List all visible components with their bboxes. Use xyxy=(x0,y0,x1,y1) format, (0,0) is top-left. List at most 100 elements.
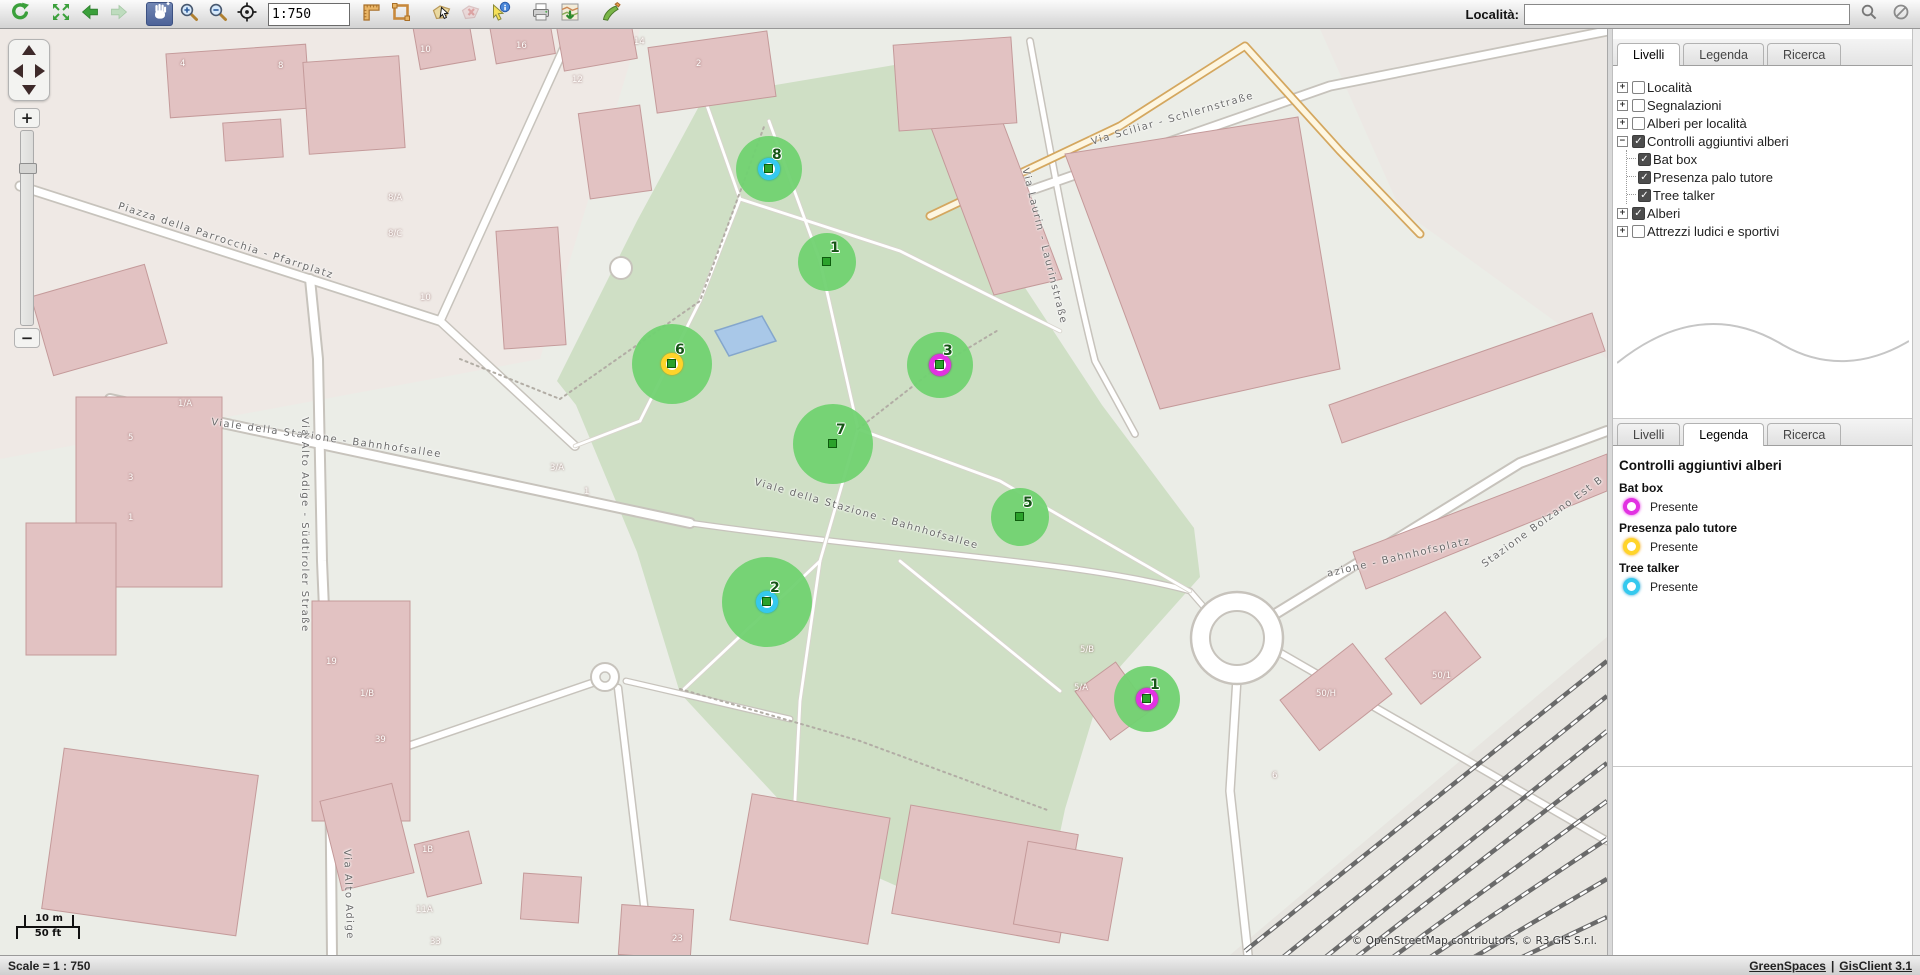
pan-tool-button[interactable] xyxy=(146,2,173,26)
pan-left-arrow[interactable] xyxy=(13,64,23,78)
tab-ricerca[interactable]: Ricerca xyxy=(1767,423,1841,445)
tree-marker[interactable]: 1 xyxy=(1114,666,1180,732)
layer-item-alberi[interactable]: + Alberi xyxy=(1617,204,1912,222)
zoom-in-button[interactable] xyxy=(175,2,202,26)
layer-item-presenza-palo-tutore[interactable]: Presenza palo tutore xyxy=(1627,168,1912,186)
layer-label: Bat box xyxy=(1653,152,1697,167)
tree-point xyxy=(822,257,831,266)
link-separator: | xyxy=(1831,959,1834,973)
zoom-slider-minus-button[interactable]: − xyxy=(14,328,40,348)
forward-button[interactable] xyxy=(105,2,132,26)
export-map-button[interactable] xyxy=(556,2,583,26)
tab-ricerca[interactable]: Ricerca xyxy=(1767,43,1841,65)
tree-marker[interactable]: 5 xyxy=(991,488,1049,546)
measure-distance-button[interactable] xyxy=(358,2,385,26)
expand-icon[interactable]: + xyxy=(1617,226,1628,237)
tree-point xyxy=(1015,512,1024,521)
measure-area-button[interactable] xyxy=(387,2,414,26)
tree-marker[interactable]: 7 xyxy=(793,404,873,484)
tree-point xyxy=(1142,694,1151,703)
locality-search-group: Località: xyxy=(1466,2,1914,26)
layer-item-controlli-aggiuntivi[interactable]: − Controlli aggiuntivi alberi xyxy=(1617,132,1912,150)
layer-checkbox[interactable] xyxy=(1632,207,1645,220)
print-button[interactable] xyxy=(527,2,554,26)
layer-item-segnalazioni[interactable]: + Segnalazioni xyxy=(1617,96,1912,114)
tree-connector xyxy=(1627,194,1636,196)
tree-marker[interactable]: 6 xyxy=(632,324,712,404)
tree-marker[interactable]: 2 xyxy=(722,557,812,647)
select-cursor-icon xyxy=(431,1,453,28)
layer-label: Controlli aggiuntivi alberi xyxy=(1647,134,1789,149)
pan-down-arrow[interactable] xyxy=(22,85,36,95)
layer-item-alberi-per-localita[interactable]: + Alberi per località xyxy=(1617,114,1912,132)
tree-number: 7 xyxy=(836,422,846,438)
greenspaces-link[interactable]: GreenSpaces xyxy=(1749,959,1826,973)
layer-label: Presenza palo tutore xyxy=(1653,170,1773,185)
expand-icon[interactable]: + xyxy=(1617,100,1628,111)
layer-checkbox[interactable] xyxy=(1632,117,1645,130)
feature-info-button[interactable] xyxy=(486,2,513,26)
scalebar-imperial: 50 ft xyxy=(16,926,80,939)
main-toolbar: Località: xyxy=(0,0,1920,29)
zoom-slider-thumb[interactable] xyxy=(19,163,37,174)
tree-number: 6 xyxy=(675,342,685,358)
search-icon xyxy=(1858,1,1880,28)
export-map-icon xyxy=(559,1,581,28)
layer-checkbox[interactable] xyxy=(1638,189,1651,202)
tree-point xyxy=(828,439,837,448)
zoom-out-button[interactable] xyxy=(204,2,231,26)
redline-draw-button[interactable] xyxy=(597,2,624,26)
layer-label: Località xyxy=(1647,80,1692,95)
tree-marker[interactable]: 8 xyxy=(736,136,802,202)
layer-item-tree-talker[interactable]: Tree talker xyxy=(1627,186,1912,204)
layer-item-bat-box[interactable]: Bat box xyxy=(1627,150,1912,168)
clear-selection-icon xyxy=(460,1,482,28)
legend-group-name: Bat box xyxy=(1619,481,1912,495)
layer-item-localita[interactable]: + Località xyxy=(1617,78,1912,96)
zoom-slider-plus-button[interactable]: + xyxy=(14,108,40,128)
tab-livelli[interactable]: Livelli xyxy=(1617,43,1680,66)
expand-icon[interactable]: + xyxy=(1617,118,1628,129)
layer-checkbox[interactable] xyxy=(1638,171,1651,184)
center-map-button[interactable] xyxy=(233,2,260,26)
pan-right-arrow[interactable] xyxy=(35,64,45,78)
legend-entry: Presente xyxy=(1619,538,1912,555)
tab-legenda[interactable]: Legenda xyxy=(1683,43,1764,65)
tree-connector xyxy=(1627,176,1636,178)
map-canvas[interactable] xyxy=(0,29,1607,955)
map-attribution: © OpenStreetMap contributors, © R3 GIS S… xyxy=(1352,935,1597,947)
tab-livelli[interactable]: Livelli xyxy=(1617,423,1680,445)
expand-icon[interactable]: + xyxy=(1617,82,1628,93)
layer-checkbox[interactable] xyxy=(1632,225,1645,238)
layer-checkbox[interactable] xyxy=(1638,153,1651,166)
pan-up-arrow[interactable] xyxy=(22,45,36,55)
map-viewport[interactable]: Viale della Stazione - Bahnhofsallee Via… xyxy=(0,29,1607,955)
layer-checkbox[interactable] xyxy=(1632,135,1645,148)
locality-search-button[interactable] xyxy=(1855,2,1882,26)
collapse-icon[interactable]: − xyxy=(1617,136,1628,147)
locality-search-input[interactable] xyxy=(1524,4,1850,25)
legend-content: Controlli aggiuntivi alberi Bat box Pres… xyxy=(1613,446,1912,595)
locality-clear-button[interactable] xyxy=(1887,2,1914,26)
zoom-in-icon xyxy=(178,1,200,28)
layer-checkbox[interactable] xyxy=(1632,99,1645,112)
back-button[interactable] xyxy=(76,2,103,26)
gisclient-link[interactable]: GisClient 3.1 xyxy=(1839,959,1912,973)
tree-marker[interactable]: 1 xyxy=(798,233,856,291)
select-feature-button[interactable] xyxy=(428,2,455,26)
pan-hand-icon xyxy=(149,1,171,28)
legend-entry: Presente xyxy=(1619,498,1912,515)
layer-item-attrezzi[interactable]: + Attrezzi ludici e sportivi xyxy=(1617,222,1912,240)
tree-point xyxy=(935,360,944,369)
zoom-slider-track[interactable] xyxy=(20,130,34,326)
tree-marker[interactable]: 3 xyxy=(907,332,973,398)
expand-icon[interactable]: + xyxy=(1617,208,1628,219)
reload-button[interactable] xyxy=(6,2,33,26)
tab-legenda[interactable]: Legenda xyxy=(1683,423,1764,446)
layer-checkbox[interactable] xyxy=(1632,81,1645,94)
ruler-icon xyxy=(361,1,383,28)
full-extent-button[interactable] xyxy=(47,2,74,26)
sidebar-scrollbar[interactable] xyxy=(1912,29,1920,955)
scale-input[interactable] xyxy=(268,3,350,26)
clear-selection-button[interactable] xyxy=(457,2,484,26)
